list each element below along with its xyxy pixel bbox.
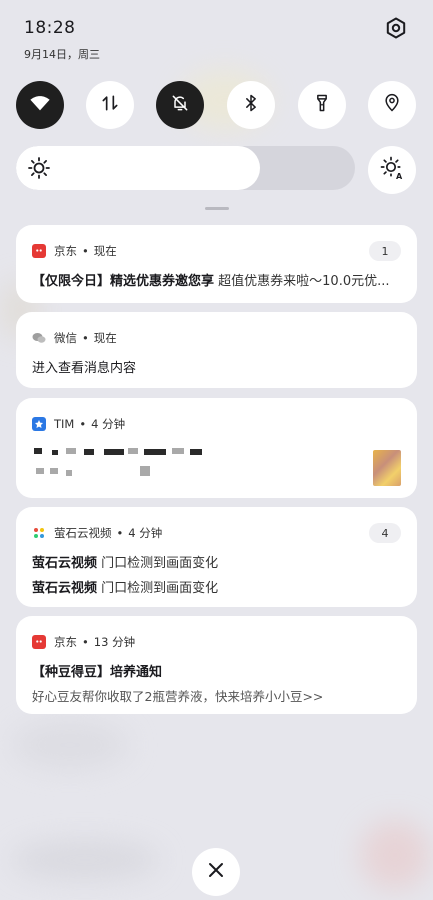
- notification-app-name: 萤石云视频: [54, 526, 112, 540]
- separator-dot: •: [116, 526, 124, 540]
- notification-app-name: TIM: [54, 417, 75, 431]
- status-header: 18:28 9月14日，周三: [24, 18, 100, 62]
- ezviz-app-icon: [32, 526, 46, 540]
- notification-text: 进入查看消息内容: [32, 361, 137, 376]
- close-icon: [207, 861, 225, 883]
- quick-settings-row: [16, 81, 417, 129]
- notification-title: 【仅限今日】精选优惠券邀您享: [32, 274, 215, 289]
- notification-count-badge[interactable]: 1: [369, 241, 401, 261]
- mute-toggle[interactable]: [156, 81, 204, 129]
- wallpaper-blur: [10, 720, 130, 770]
- svg-text:A: A: [396, 172, 403, 180]
- bluetooth-toggle[interactable]: [227, 81, 275, 129]
- tim-app-icon: [32, 417, 46, 431]
- notification-text: 门口检测到画面变化: [101, 556, 219, 571]
- separator-dot: •: [82, 635, 89, 649]
- notification-card-ezviz[interactable]: 萤石云视频 • 4 分钟 4 萤石云视频 门口检测到画面变化 萤石云视频 门口检…: [16, 507, 417, 607]
- separator-dot: •: [82, 244, 89, 258]
- notification-text: 门口检测到画面变化: [101, 581, 219, 596]
- notification-card-tim[interactable]: TIM • 4 分钟: [16, 398, 417, 498]
- notification-time: 13 分钟: [93, 635, 136, 649]
- location-toggle[interactable]: [368, 81, 416, 129]
- notification-time: 4 分钟: [91, 417, 126, 431]
- location-icon: [382, 93, 402, 117]
- brightness-level-fill: [16, 146, 260, 190]
- notification-card-wechat[interactable]: 微信 • 现在 进入查看消息内容: [16, 312, 417, 388]
- gear-icon[interactable]: [384, 16, 408, 40]
- notification-title: 【种豆得豆】培养通知: [32, 665, 163, 680]
- wallpaper-blur: [360, 820, 430, 890]
- wechat-app-icon: [32, 331, 46, 345]
- jd-app-icon: [32, 635, 46, 649]
- sun-icon: [27, 156, 51, 180]
- notification-card-jd-bean[interactable]: 京东 • 13 分钟 【种豆得豆】培养通知 好心豆友帮你收取了2瓶营养液，快来培…: [16, 616, 417, 714]
- flashlight-toggle[interactable]: [298, 81, 346, 129]
- notification-title: 萤石云视频: [32, 556, 98, 571]
- mobile-data-toggle[interactable]: [86, 81, 134, 129]
- notification-text: 好心豆友帮你收取了2瓶营养液，快来培养小小豆>>: [32, 689, 324, 704]
- separator-dot: •: [79, 417, 87, 431]
- notification-app-name: 京东: [54, 244, 77, 258]
- notification-card-jd-coupon[interactable]: 京东 • 现在 1 【仅限今日】精选优惠券邀您享 超值优惠券来啦～10.0元优.…: [16, 225, 417, 303]
- message-thumbnail: [373, 450, 401, 486]
- mobile-data-icon: [100, 93, 120, 117]
- wifi-icon: [29, 92, 51, 118]
- separator-dot: •: [82, 331, 89, 345]
- notification-count-badge[interactable]: 4: [369, 523, 401, 543]
- brightness-slider[interactable]: [16, 146, 355, 190]
- jd-app-icon: [32, 244, 46, 258]
- notification-time: 现在: [93, 244, 117, 258]
- notification-time: 现在: [93, 331, 117, 345]
- notification-title: 萤石云视频: [32, 581, 98, 596]
- flashlight-icon: [312, 93, 332, 117]
- bell-off-icon: [170, 93, 190, 117]
- notification-app-name: 京东: [54, 635, 77, 649]
- date: 9月14日，周三: [24, 48, 100, 61]
- notification-time: 4 分钟: [128, 526, 163, 540]
- bluetooth-icon: [241, 93, 261, 117]
- auto-brightness-button[interactable]: A: [368, 146, 416, 194]
- clear-all-button[interactable]: [192, 848, 240, 896]
- clock: 18:28: [24, 18, 76, 38]
- notification-text: 超值优惠券来啦～10.0元优...: [218, 274, 390, 289]
- wifi-toggle[interactable]: [16, 81, 64, 129]
- wallpaper-blur: [10, 840, 160, 880]
- auto-brightness-icon: A: [380, 156, 404, 184]
- notification-app-name: 微信: [54, 331, 77, 345]
- panel-drag-handle[interactable]: [205, 207, 229, 210]
